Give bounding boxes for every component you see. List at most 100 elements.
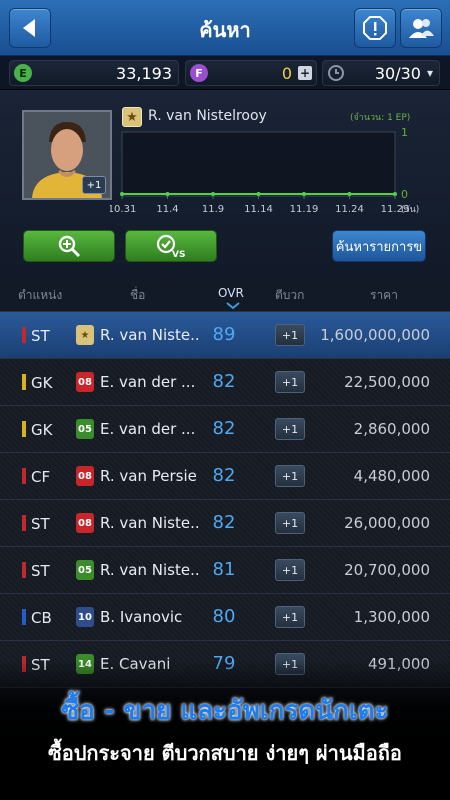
row-upgrade-badge: +1: [275, 606, 305, 628]
row-player-name: B. Ivanovic: [100, 608, 183, 626]
row-ovr: 82: [212, 371, 236, 392]
price-point: [256, 192, 261, 196]
position-color-bar: [22, 374, 26, 390]
col-name[interactable]: ชื่อ: [130, 286, 145, 305]
row-price: 26,000,000: [344, 514, 430, 532]
x-tick-label: 11.14: [244, 204, 273, 215]
f-currency-value: 0: [281, 63, 292, 83]
alert-icon: [363, 16, 387, 40]
e-coin-icon: E: [14, 64, 32, 82]
season-badge: 08: [76, 372, 94, 392]
row-upgrade-badge: +1: [275, 465, 305, 487]
position-color-bar: [22, 609, 26, 625]
sort-chevron-icon: [226, 302, 240, 310]
price-point: [211, 192, 215, 196]
price-point: [393, 192, 397, 196]
y-tick-label: 0: [401, 188, 408, 201]
position-color-bar: [22, 515, 26, 531]
svg-text:VS: VS: [172, 250, 185, 259]
row-player-name: R. van Niste...: [100, 326, 200, 344]
col-price[interactable]: ราคา: [370, 286, 398, 305]
table-row[interactable]: GK 05 E. van der ... 82 +1 2,860,000: [0, 406, 450, 453]
currency-bar: E 33,193 F 0 + 30/30 ▾: [0, 56, 450, 90]
clock-icon: [328, 65, 344, 81]
row-position: GK: [31, 374, 53, 392]
col-upgrade[interactable]: ตีบวก: [275, 286, 304, 305]
row-player-name: R. van Niste...: [100, 514, 200, 532]
x-unit-label: (วัน): [401, 205, 419, 215]
col-position[interactable]: ตำแหน่ง: [18, 286, 62, 305]
row-upgrade-badge: +1: [275, 512, 305, 534]
energy-display[interactable]: 30/30 ▾: [322, 60, 440, 86]
row-position: GK: [31, 421, 53, 439]
e-currency-value: 33,193: [116, 63, 172, 83]
row-ovr: 89: [212, 324, 236, 345]
star-season-icon: ★: [122, 107, 142, 127]
table-row[interactable]: CF 08 R. van Persie 82 +1 4,480,000: [0, 453, 450, 500]
ep-note: (จำนวน: 1 EP): [350, 113, 411, 123]
chevron-down-icon: ▾: [426, 66, 433, 80]
row-ovr: 81: [212, 559, 236, 580]
position-color-bar: [22, 562, 26, 578]
player-photo: +1: [22, 110, 112, 200]
price-chart: 1010.31 11.4 11.9 11.14 11.19 11.24 11.29(วัน): [110, 126, 419, 215]
season-badge: 08: [76, 466, 94, 486]
x-tick-label: 11.4: [156, 204, 178, 215]
row-ovr: 82: [212, 418, 236, 439]
row-position: CB: [31, 609, 52, 627]
magnify-plus-icon: [58, 235, 81, 258]
row-ovr: 82: [212, 465, 236, 486]
price-point: [120, 192, 124, 196]
x-tick-label: 11.9: [202, 204, 224, 215]
season-badge: 05: [76, 560, 94, 580]
table-header: ตำแหน่ง ชื่อ OVR ตีบวก ราคา: [0, 276, 450, 312]
row-player-name: R. van Persie: [100, 467, 197, 485]
f-currency: F 0 +: [185, 60, 317, 86]
row-upgrade-badge: +1: [275, 371, 305, 393]
x-tick-label: 11.19: [290, 204, 319, 215]
row-price: 1,600,000,000: [320, 326, 430, 344]
row-position: ST: [31, 327, 50, 345]
position-color-bar: [22, 327, 26, 343]
row-player-name: E. van der ...: [100, 420, 196, 438]
top-bar: ค้นหา: [0, 0, 450, 56]
table-row[interactable]: CB 10 B. Ivanovic 80 +1 1,300,000: [0, 594, 450, 641]
row-upgrade-badge: +1: [275, 559, 305, 581]
energy-value: 30/30: [374, 63, 421, 83]
alert-button[interactable]: [354, 8, 396, 48]
season-badge: 05: [76, 419, 94, 439]
x-tick-label: 11.24: [335, 204, 364, 215]
table-row[interactable]: ST 05 R. van Niste... 81 +1 20,700,000: [0, 547, 450, 594]
row-player-name: E. van der ...: [100, 373, 196, 391]
price-point: [347, 192, 352, 196]
friends-button[interactable]: [400, 8, 442, 48]
price-point: [165, 192, 170, 196]
row-price: 20,700,000: [344, 561, 430, 579]
row-upgrade-badge: +1: [275, 418, 305, 440]
row-position: ST: [31, 562, 50, 580]
position-color-bar: [22, 468, 26, 484]
chart-plot-area: [121, 131, 396, 197]
table-row[interactable]: GK 08 E. van der ... 82 +1 22,500,000: [0, 359, 450, 406]
promo-headline: ซื้อ - ขาย และอัพเกรดนักเตะ: [61, 696, 389, 726]
row-player-name: R. van Niste...: [100, 561, 200, 579]
y-tick-label: 1: [401, 126, 408, 139]
price-point: [302, 192, 306, 196]
player-name: R. van Nistelrooy: [148, 108, 267, 124]
add-f-currency-button[interactable]: +: [298, 66, 312, 80]
check-vs-icon: VS: [156, 234, 185, 259]
row-position: ST: [31, 515, 50, 533]
table-row[interactable]: ST 08 R. van Niste... 82 +1 26,000,000: [0, 500, 450, 547]
row-upgrade-badge: +1: [275, 324, 305, 346]
friends-icon: [409, 19, 434, 38]
compare-vs-button[interactable]: VS: [125, 230, 217, 262]
position-color-bar: [22, 421, 26, 437]
season-badge: ★: [76, 325, 94, 345]
row-position: CF: [31, 468, 51, 486]
col-ovr[interactable]: OVR: [218, 286, 244, 300]
row-price: 22,500,000: [344, 373, 430, 391]
row-ovr: 82: [212, 512, 236, 533]
zoom-search-button[interactable]: [23, 230, 115, 262]
search-list-button[interactable]: ค้นหารายการข: [332, 230, 426, 262]
table-row[interactable]: ST ★ R. van Niste... 89 +1 1,600,000,000: [0, 312, 450, 359]
